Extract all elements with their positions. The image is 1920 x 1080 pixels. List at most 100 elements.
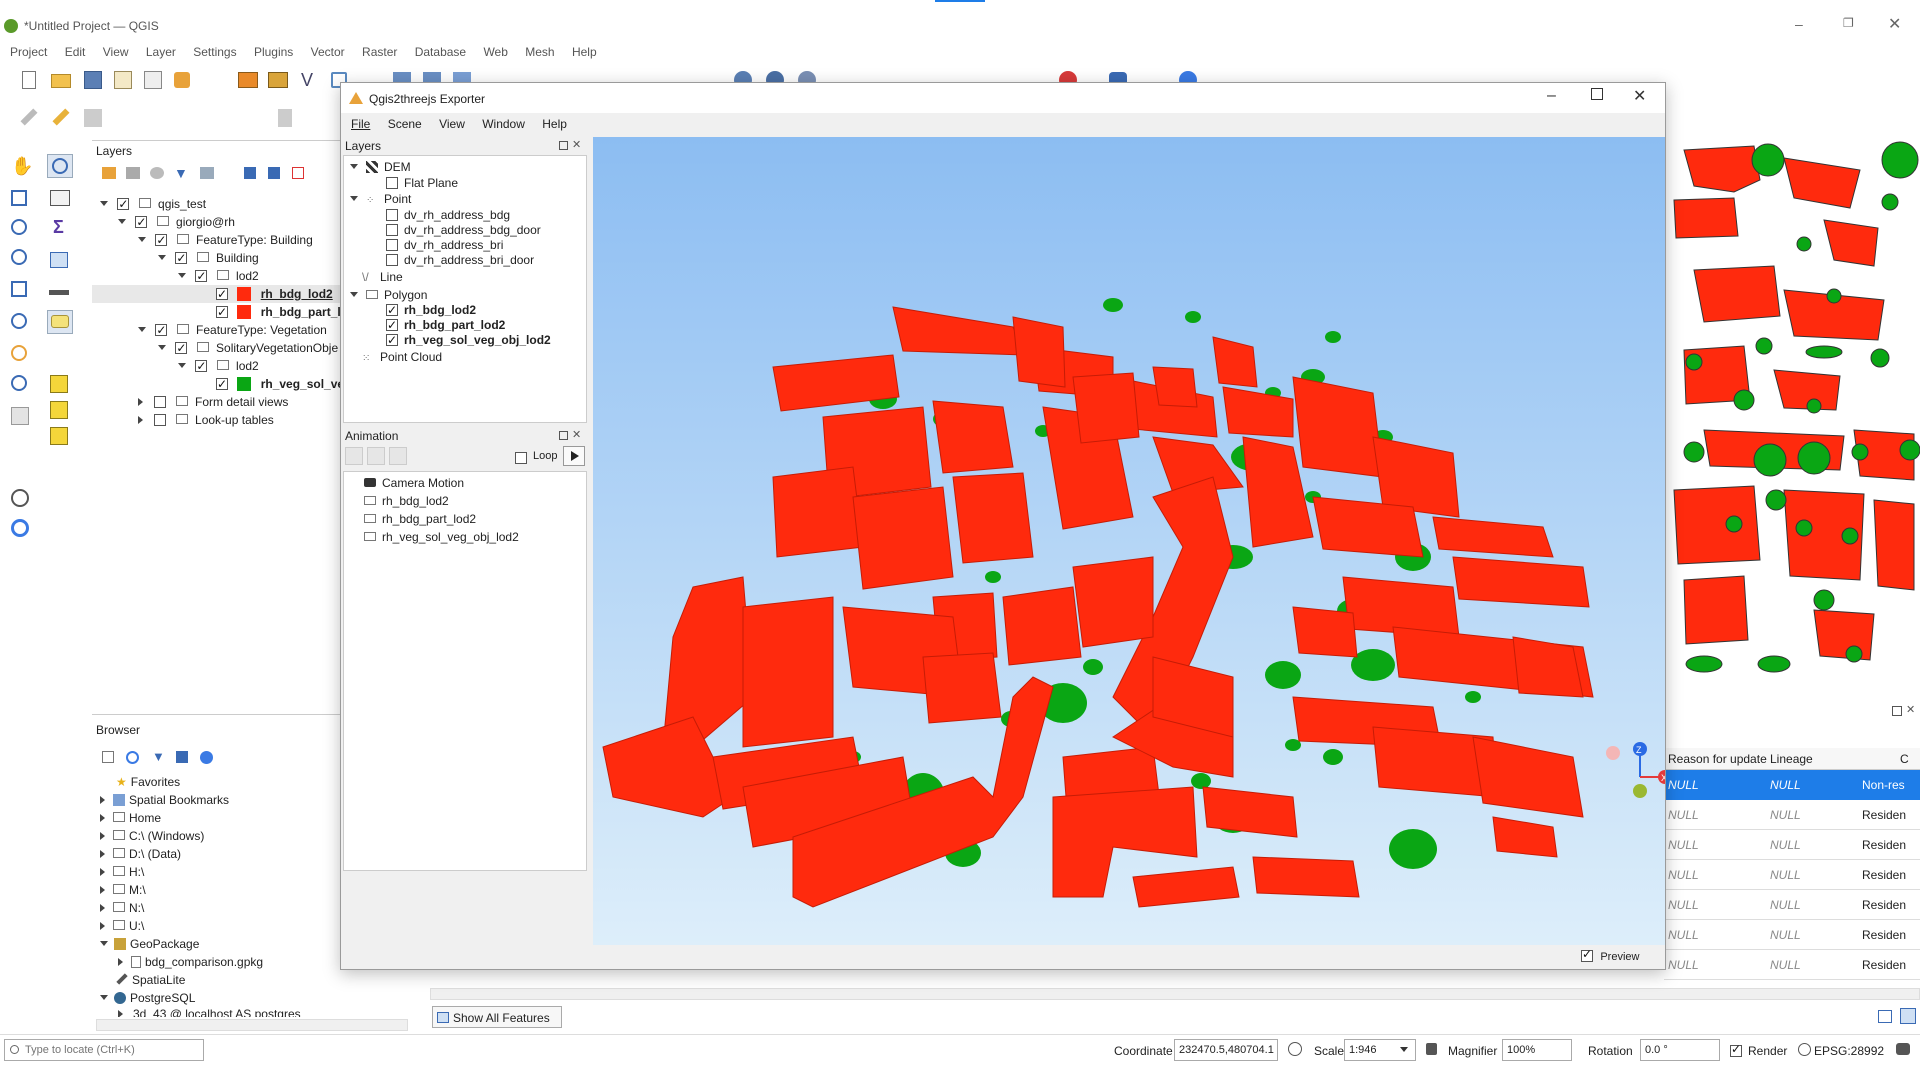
column-header[interactable]: Reason for update — [1668, 752, 1767, 766]
statistics-sigma-icon[interactable]: Σ — [47, 216, 73, 240]
layer-tree-item[interactable]: SolitaryVegetationObje — [158, 339, 338, 357]
chevron-down-icon[interactable] — [350, 196, 358, 201]
style-manager-icon[interactable] — [170, 68, 196, 92]
manage-visibility-icon[interactable] — [150, 167, 164, 179]
layer-checkbox[interactable] — [386, 254, 398, 266]
layer-tree-item[interactable]: FeatureType: Vegetation — [138, 321, 327, 339]
layer-tree-item[interactable]: Building — [158, 249, 259, 267]
chevron-right-icon[interactable] — [118, 958, 123, 966]
style-panel-icon[interactable] — [102, 167, 116, 179]
add-layer-icon[interactable] — [235, 68, 261, 92]
table-row[interactable]: NULL NULL Non-res — [1664, 770, 1920, 800]
layer-checkbox[interactable] — [386, 301, 398, 319]
menu-layer[interactable]: Layer — [146, 45, 176, 59]
map-tips-icon[interactable] — [47, 310, 73, 334]
expand-all-icon[interactable] — [244, 167, 256, 179]
identify-features-icon[interactable] — [47, 154, 73, 178]
table-horizontal-scrollbar[interactable] — [430, 988, 1920, 1000]
temporal-controller-icon[interactable] — [7, 486, 33, 510]
refresh-browser-icon[interactable] — [126, 751, 139, 764]
chevron-right-icon[interactable] — [100, 904, 105, 912]
chevron-down-icon[interactable] — [350, 164, 358, 169]
layout-manager-icon[interactable] — [140, 68, 166, 92]
pan-hand-icon[interactable]: ✋ — [7, 154, 33, 178]
layer-checkbox[interactable] — [117, 195, 130, 213]
restore-button[interactable]: ❐ — [1843, 16, 1854, 30]
chevron-down-icon[interactable] — [158, 345, 166, 350]
chevron-right-icon[interactable] — [100, 796, 105, 804]
animation-item[interactable]: rh_bdg_part_lod2 — [364, 510, 476, 528]
preview-checkbox[interactable] — [1581, 947, 1593, 962]
zoom-in-icon[interactable] — [7, 216, 33, 240]
locator-input[interactable] — [25, 1042, 200, 1058]
animation-item[interactable]: Camera Motion — [364, 474, 464, 492]
layer-checkbox[interactable] — [386, 209, 398, 221]
render-checkbox[interactable] — [1730, 1042, 1742, 1057]
open-table-icon[interactable] — [47, 186, 73, 210]
loop-checkbox[interactable] — [515, 452, 527, 464]
coordinate-toggle-icon[interactable] — [1288, 1042, 1302, 1056]
collapse-all-icon[interactable] — [268, 167, 280, 179]
panel-float-icon[interactable] — [559, 431, 568, 440]
browser-item[interactable]: N:\ — [100, 899, 144, 917]
chevron-down-icon[interactable] — [100, 995, 108, 1000]
select-value-icon[interactable] — [47, 398, 73, 422]
layer-checkbox[interactable] — [175, 249, 188, 267]
collapse-browser-icon[interactable] — [176, 751, 188, 763]
rotation-spinbox[interactable]: 0.0 ° — [1640, 1039, 1720, 1061]
add-group-icon[interactable] — [126, 167, 140, 179]
save-edits-icon[interactable] — [80, 106, 106, 130]
edit-keyframe-button[interactable] — [367, 447, 385, 465]
chevron-down-icon[interactable] — [100, 941, 108, 946]
show-all-features-button[interactable]: Show All Features — [432, 1006, 562, 1028]
info-icon[interactable] — [200, 751, 213, 764]
layer-checkbox[interactable] — [154, 414, 167, 426]
table-view-icon[interactable] — [1900, 1008, 1916, 1024]
scale-dropdown-icon[interactable] — [1400, 1047, 1408, 1052]
zoom-layer-icon[interactable] — [7, 310, 33, 334]
pan-selection-icon[interactable] — [7, 186, 33, 210]
layer-category[interactable]: ⁙ Point Cloud — [362, 348, 442, 366]
zoom-native-icon[interactable] — [7, 372, 33, 396]
chevron-down-icon[interactable] — [158, 255, 166, 260]
minimize-button[interactable]: – — [1795, 16, 1803, 32]
close-button[interactable]: ✕ — [1888, 14, 1901, 34]
browser-item[interactable]: D:\ (Data) — [100, 845, 181, 863]
menu-mesh[interactable]: Mesh — [525, 45, 554, 59]
menu-view[interactable]: View — [103, 45, 129, 59]
remove-layer-icon[interactable] — [292, 167, 304, 179]
panel-close-icon[interactable]: ✕ — [572, 138, 581, 151]
locator-field[interactable] — [4, 1039, 204, 1061]
layer-checkbox[interactable] — [386, 239, 398, 251]
browser-item[interactable]: SpatiaLite — [100, 971, 185, 989]
menu-web[interactable]: Web — [483, 45, 507, 59]
crs-globe-icon[interactable] — [1798, 1043, 1811, 1056]
chevron-right-icon[interactable] — [118, 1010, 123, 1017]
chevron-right-icon[interactable] — [138, 398, 143, 406]
lock-scale-icon[interactable] — [1426, 1043, 1437, 1055]
browser-item[interactable]: U:\ — [100, 917, 144, 935]
layer-tree-item[interactable]: Form detail views — [138, 393, 288, 411]
coordinate-field[interactable]: 232470.5,480704.1 — [1174, 1039, 1278, 1061]
zoom-full-icon[interactable] — [7, 278, 33, 302]
chevron-down-icon[interactable] — [350, 292, 358, 297]
new-map-view-icon[interactable] — [7, 404, 33, 428]
browser-item[interactable]: ★ Favorites — [100, 773, 180, 791]
zoom-selection-icon[interactable] — [7, 342, 33, 366]
browser-item[interactable]: Spatial Bookmarks — [100, 791, 229, 809]
exporter-menu-file[interactable]: File — [351, 117, 370, 131]
layer-checkbox[interactable] — [155, 231, 168, 249]
animation-item[interactable]: rh_veg_sol_veg_obj_lod2 — [364, 528, 519, 546]
edit-pencil-icon[interactable] — [16, 106, 42, 130]
exporter-maximize-button[interactable] — [1591, 88, 1603, 100]
exporter-menu-help[interactable]: Help — [542, 117, 567, 131]
remove-keyframe-button[interactable] — [389, 447, 407, 465]
chevron-right-icon[interactable] — [100, 922, 105, 930]
panel-float-icon[interactable] — [559, 141, 568, 150]
exporter-minimize-button[interactable]: – — [1547, 87, 1556, 105]
delete-selected-icon[interactable] — [272, 106, 298, 130]
select-features-icon[interactable] — [47, 372, 73, 396]
magnifier-spinbox[interactable]: 100% — [1502, 1039, 1572, 1061]
refresh-icon[interactable] — [7, 516, 33, 540]
layer-checkbox[interactable] — [386, 224, 398, 236]
